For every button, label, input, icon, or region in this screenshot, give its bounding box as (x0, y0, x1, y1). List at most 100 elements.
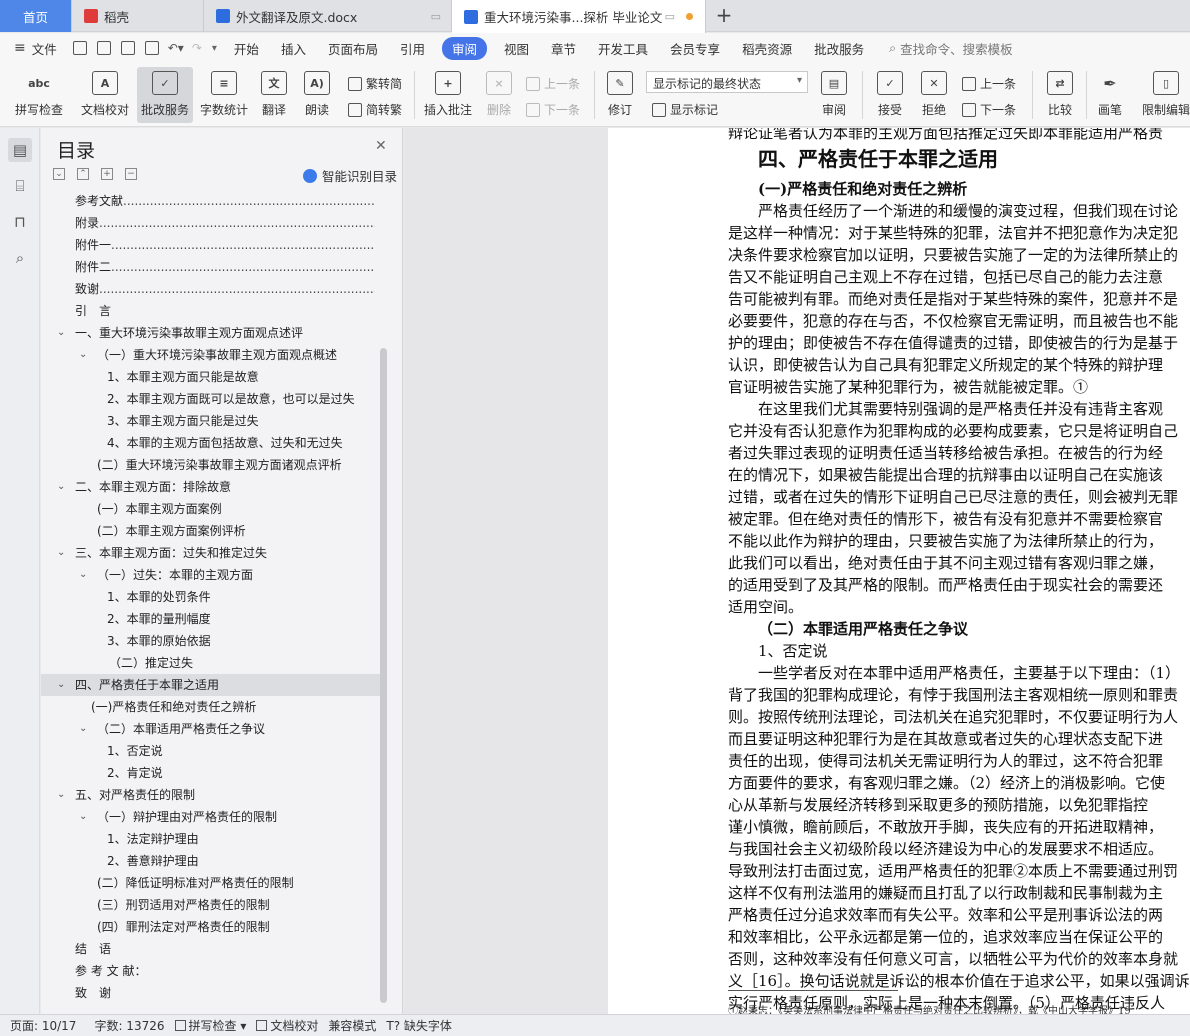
menu-daoke-resource[interactable]: 稻壳资源 (731, 39, 803, 58)
toc-item[interactable]: 附件二.....................................… (41, 256, 386, 278)
chevron-down-icon[interactable]: ⌄ (79, 806, 87, 828)
tab-doc2[interactable]: 重大环境污染事...探析 毕业论文 ▭ (452, 0, 706, 33)
toc-item[interactable]: 致谢......................................… (41, 278, 386, 300)
new-tab-button[interactable]: + (712, 4, 736, 28)
compare-button[interactable]: ⇄ 比较 (1040, 67, 1080, 123)
chevron-down-icon[interactable]: ⌄ (57, 674, 65, 696)
toc-item[interactable]: 2、本罪的量刑幅度 (41, 608, 386, 630)
export-icon[interactable] (96, 41, 111, 55)
toc-panel-icon[interactable]: ▤ (8, 138, 32, 162)
toc-item[interactable]: (二）降低证明标准对严格责任的限制 (41, 872, 386, 894)
insert-comment-button[interactable]: + 插入批注 (422, 67, 474, 123)
prev-change-button[interactable]: 上一条 (962, 75, 1016, 92)
save-icon[interactable] (72, 41, 87, 55)
menu-insert[interactable]: 插入 (270, 39, 317, 58)
toc-item[interactable]: 4、本罪的主观方面包括故意、过失和无过失 (41, 432, 386, 454)
menu-correction[interactable]: 批改服务 (803, 39, 875, 58)
search-icon[interactable]: ⌕ (8, 246, 32, 270)
review-pane-button[interactable]: ▤ 审阅 (814, 67, 854, 123)
chevron-down-icon[interactable]: ⌄ (57, 476, 65, 498)
tab-doc1[interactable]: 外文翻译及原文.docx ▭ (204, 0, 452, 32)
toc-item[interactable]: (二）重大环境污染事故罪主观方面诸观点评析 (41, 454, 386, 476)
navigation-icon[interactable]: ⌸ (8, 174, 32, 198)
toc-item[interactable]: 附件一.....................................… (41, 234, 386, 256)
tab-monitor-icon[interactable]: ▭ (431, 10, 441, 23)
reject-change-button[interactable]: ✕ 拒绝 (914, 67, 954, 123)
toc-item[interactable]: 3、本罪的原始依据 (41, 630, 386, 652)
command-search[interactable]: ⌕ 查找命令、搜索模板 (889, 39, 1013, 58)
toc-item[interactable]: ⌄ 二、本罪主观方面：排除故意 (41, 476, 386, 498)
add-level-icon[interactable]: + (101, 168, 113, 180)
preview-icon[interactable] (144, 41, 159, 55)
toc-item[interactable]: (一)严格责任和绝对责任之辨析 (41, 696, 386, 718)
trad-to-simp-button[interactable]: 繁转简 (348, 75, 402, 92)
toc-item[interactable]: ⌄ （二）本罪适用严格责任之争议 (41, 718, 386, 740)
undo-icon[interactable]: ↶▾ (168, 41, 184, 55)
toc-item[interactable]: 致 谢 (41, 982, 386, 1004)
toc-item[interactable]: (二）本罪主观方面案例评析 (41, 520, 386, 542)
redo-icon[interactable]: ↷ (192, 41, 202, 55)
correction-service-button[interactable]: ✓ 批改服务 (137, 67, 193, 123)
remove-level-icon[interactable]: − (125, 168, 137, 180)
toc-item[interactable]: （二）推定过失 (41, 652, 386, 674)
track-changes-button[interactable]: ✎ 修订 (600, 67, 640, 123)
toc-item[interactable]: 附录......................................… (41, 212, 386, 234)
show-markup-button[interactable]: 显示标记 (652, 101, 718, 118)
next-change-button[interactable]: 下一条 (962, 101, 1016, 118)
doc-proof-status[interactable]: 文档校对 (256, 1017, 318, 1034)
toc-item[interactable]: (三）刑罚适用对严格责任的限制 (41, 894, 386, 916)
toc-item[interactable]: ⌄ 四、严格责任于本罪之适用 (41, 674, 386, 696)
hamburger-icon[interactable]: ≡ (14, 40, 26, 56)
toc-item[interactable]: 1、本罪主观方面只能是故意 (41, 366, 386, 388)
toc-item[interactable]: 1、法定辩护理由 (41, 828, 386, 850)
print-icon[interactable] (120, 41, 135, 55)
toc-item[interactable]: 2、肯定说 (41, 762, 386, 784)
menu-view[interactable]: 视图 (493, 39, 540, 58)
translate-button[interactable]: 文翻译 (254, 67, 294, 123)
spell-check-toggle[interactable]: 拼写检查 ▾ (174, 1017, 246, 1034)
tab-home[interactable]: 首页 (0, 0, 72, 32)
menu-start[interactable]: 开始 (223, 39, 270, 58)
spell-check-button[interactable]: abc 拼写检查 (8, 67, 70, 123)
read-aloud-button[interactable]: A) 朗读 (298, 67, 336, 123)
chevron-down-icon[interactable]: ⌄ (79, 344, 87, 366)
restrict-edit-button[interactable]: ▯ 限制编辑 (1138, 67, 1190, 123)
toc-scrollbar[interactable] (380, 348, 387, 1003)
toc-item[interactable]: 1、否定说 (41, 740, 386, 762)
page-indicator[interactable]: 页面: 10/17 (10, 1017, 76, 1034)
menu-review[interactable]: 审阅 (441, 36, 487, 60)
chevron-down-icon[interactable]: ⌄ (57, 542, 65, 564)
menu-reference[interactable]: 引用 (389, 39, 436, 58)
toc-item[interactable]: ⌄ 一、重大环境污染事故罪主观方面观点述评 (41, 322, 386, 344)
toc-item[interactable]: 3、本罪主观方面只能是过失 (41, 410, 386, 432)
toc-item[interactable]: 2、本罪主观方面既可以是故意，也可以是过失 (41, 388, 386, 410)
toc-item[interactable]: ⌄ 五、对严格责任的限制 (41, 784, 386, 806)
chevron-down-icon[interactable]: ⌄ (79, 718, 87, 740)
word-count-button[interactable]: ≡ 字数统计 (196, 67, 252, 123)
delete-comment-button[interactable]: × 删除 (480, 67, 518, 123)
markup-mode-select[interactable]: 显示标记的最终状态 (646, 71, 808, 93)
simp-to-trad-button[interactable]: 简转繁 (348, 101, 402, 118)
pen-button[interactable]: ✒ 画笔 (1092, 67, 1128, 123)
chevron-down-icon[interactable]: ⌄ (57, 784, 65, 806)
quick-access-more-icon[interactable]: ▾ (212, 43, 217, 54)
chevron-down-icon[interactable]: ⌄ (79, 564, 87, 586)
prev-comment-button[interactable]: 上一条 (526, 75, 580, 92)
toc-item[interactable]: ⌄ （一）过失：本罪的主观方面 (41, 564, 386, 586)
toc-item[interactable]: 参考文献....................................… (41, 190, 386, 212)
toc-item[interactable]: 结 语 (41, 938, 386, 960)
document-page[interactable]: 辩论证笔者认为本罪的主观方面包括推定过失即本罪能适用严格责 四、严格责任于本罪之适… (608, 128, 1190, 1014)
toc-item[interactable]: 参 考 文 献： (41, 960, 386, 982)
toc-item[interactable]: ⌄ （一）辩护理由对严格责任的限制 (41, 806, 386, 828)
tab-monitor-icon[interactable]: ▭ (665, 10, 675, 23)
accept-change-button[interactable]: ✓ 接受 (870, 67, 910, 123)
menu-member[interactable]: 会员专享 (659, 39, 731, 58)
menu-file[interactable]: 文件 (26, 39, 68, 58)
toc-item[interactable]: ⌄ 三、本罪主观方面：过失和推定过失 (41, 542, 386, 564)
collapse-all-icon[interactable]: ⌄ (53, 168, 65, 180)
toc-item[interactable]: (四）罪刑法定对严格责任的限制 (41, 916, 386, 938)
toc-item[interactable]: ⌄ （一）重大环境污染事故罪主观方面观点概述 (41, 344, 386, 366)
menu-chapter[interactable]: 章节 (540, 39, 587, 58)
toc-item[interactable]: 1、本罪的处罚条件 (41, 586, 386, 608)
tab-daoke[interactable]: 稻壳 (72, 0, 204, 32)
